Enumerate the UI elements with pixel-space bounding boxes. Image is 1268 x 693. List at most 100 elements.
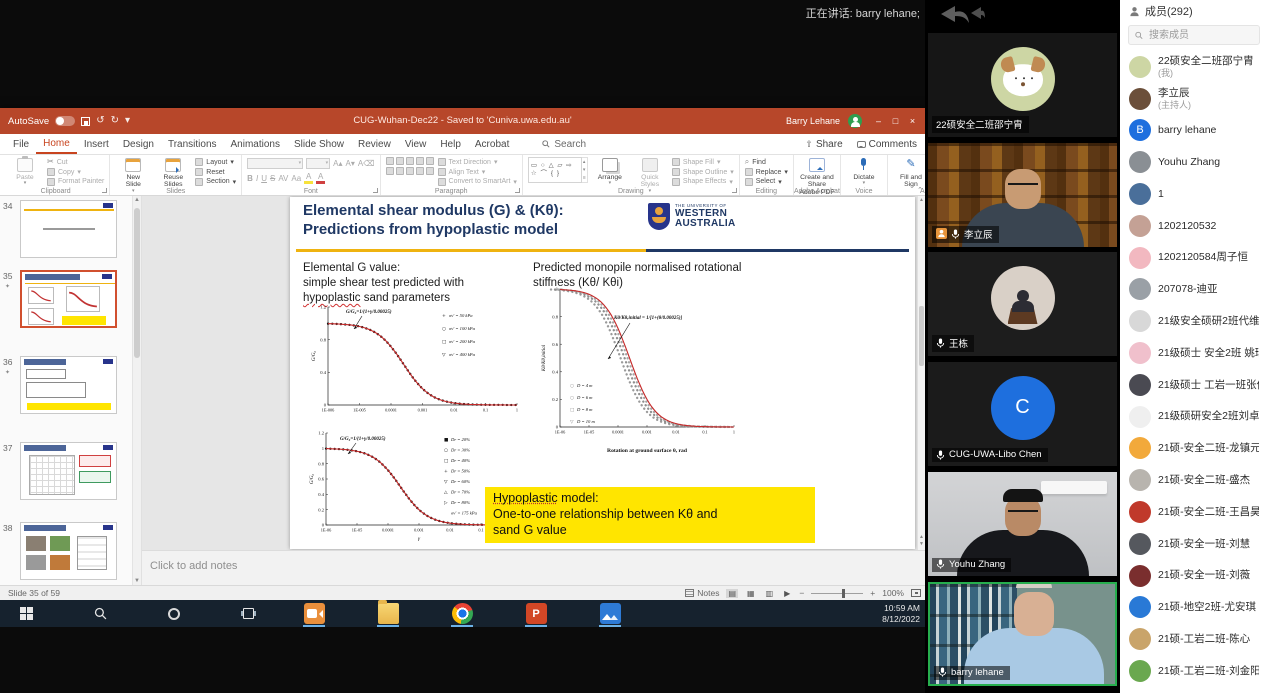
member-row[interactable]: 1202120532	[1120, 210, 1268, 242]
member-row[interactable]: 21级硕研安全2班刘卓	[1120, 401, 1268, 433]
close-button[interactable]: ×	[904, 116, 921, 126]
account-name[interactable]: Barry Lehane	[786, 116, 840, 126]
grow-font-button[interactable]: A▴	[333, 159, 342, 169]
slide-thumbnail-38[interactable]: 38	[0, 522, 141, 588]
scrollbar-thumb[interactable]	[919, 306, 924, 366]
video-tile-youhu-zhang[interactable]: Youhu Zhang	[928, 472, 1117, 576]
ribbon-align-text-button[interactable]: Align Text▾	[438, 168, 517, 177]
taskbar-app-file-explorer[interactable]	[374, 600, 402, 627]
increase-indent-button[interactable]	[416, 157, 424, 165]
bold-button[interactable]: B	[247, 174, 253, 184]
ribbon-arrange-button[interactable]: Arrange▾	[592, 157, 628, 186]
cortana-button[interactable]	[160, 600, 188, 627]
shrink-font-button[interactable]: A▾	[346, 159, 355, 169]
reading-view-button[interactable]: ▥	[764, 589, 776, 598]
taskbar-app-powerpoint[interactable]: P	[522, 600, 550, 627]
thumbnail-preview[interactable]	[20, 442, 117, 500]
tab-slide-show[interactable]: Slide Show	[287, 134, 351, 154]
ribbon-replace-button[interactable]: Replace▾	[745, 168, 788, 177]
video-tile-cug-uwa-libo-chen[interactable]: CCUG-UWA-Libo Chen	[928, 362, 1117, 466]
ribbon-create-and-share-adobe-pdf-button[interactable]: Create and ShareAdobe PDF	[799, 157, 835, 186]
zoom-in-button[interactable]: +	[870, 588, 875, 598]
share-button[interactable]: ⇧Share	[805, 139, 842, 150]
shapes-gallery[interactable]: ▭ ○ △ ▱ ⇨ ☆ ⌒ { }	[528, 157, 582, 183]
tab-view[interactable]: View	[398, 134, 434, 154]
tab-animations[interactable]: Animations	[224, 134, 287, 154]
video-tile-[interactable]: 李立辰	[928, 143, 1117, 247]
search-box[interactable]: Search	[542, 134, 586, 154]
slide-thumbnail-34[interactable]: 34	[0, 200, 141, 266]
strikethrough-button[interactable]: S	[270, 174, 275, 184]
justify-button[interactable]	[416, 167, 424, 175]
ribbon-shape-fill-button[interactable]: Shape Fill▾	[672, 158, 734, 167]
member-row[interactable]: 1202120584周子恒	[1120, 242, 1268, 274]
italic-button[interactable]: I	[256, 174, 258, 184]
numbering-button[interactable]	[396, 157, 404, 165]
dialog-launcher-icon[interactable]	[515, 188, 520, 193]
tab-design[interactable]: Design	[116, 134, 161, 154]
tab-review[interactable]: Review	[351, 134, 398, 154]
slide-thumbnail-36[interactable]: 36✦	[0, 356, 141, 422]
member-row[interactable]: Youhu Zhang	[1120, 146, 1268, 178]
font-size-combobox[interactable]	[306, 158, 330, 169]
autosave-toggle[interactable]	[55, 116, 75, 126]
member-row[interactable]: 21硕-工岩二班-陈心	[1120, 623, 1268, 655]
decrease-indent-button[interactable]	[406, 157, 414, 165]
save-icon[interactable]	[81, 117, 90, 126]
bullets-button[interactable]	[386, 157, 394, 165]
thumbnail-preview[interactable]	[20, 270, 117, 328]
member-row[interactable]: 21硕-工岩二班-刘金阳	[1120, 655, 1268, 687]
ribbon-layout-button[interactable]: Layout▾	[195, 158, 236, 167]
member-row[interactable]: 21级安全硕研2班代维	[1120, 305, 1268, 337]
scroll-up-icon[interactable]: ▲	[918, 196, 925, 203]
member-row[interactable]: 22硕安全二班邵宁胄(我)	[1120, 51, 1268, 83]
dialog-launcher-icon[interactable]	[373, 188, 378, 193]
ribbon-shape-effects-button[interactable]: Shape Effects▾	[672, 177, 734, 186]
comments-button[interactable]: Comments	[857, 139, 917, 150]
restore-button[interactable]: □	[887, 116, 904, 126]
zoom-out-button[interactable]: −	[799, 588, 804, 598]
dialog-launcher-icon[interactable]	[732, 188, 737, 193]
ribbon-quick-styles-button[interactable]: QuickStyles▾	[632, 157, 668, 186]
taskbar-clock[interactable]: 10:59 AM 8/12/2022	[882, 603, 920, 624]
minimize-button[interactable]: –	[870, 116, 887, 126]
ribbon-new-slide-button[interactable]: NewSlide▾	[115, 157, 151, 186]
ribbon-select-button[interactable]: Select▾	[745, 177, 788, 186]
ribbon-dictate-button[interactable]: Dictate▾	[846, 157, 882, 186]
thumbnail-preview[interactable]	[20, 522, 117, 580]
member-search[interactable]	[1128, 25, 1260, 45]
task-view-button[interactable]	[234, 600, 262, 627]
redo-icon[interactable]: ↻	[111, 116, 119, 126]
member-row[interactable]: 21级硕士 工岩一班张依杰	[1120, 369, 1268, 401]
ribbon-copy-button[interactable]: Copy▾	[47, 168, 104, 177]
ribbon-text-direction-button[interactable]: Text Direction▾	[438, 158, 517, 167]
tab-file[interactable]: File	[6, 134, 36, 154]
member-row[interactable]: 21硕-安全二班-龙镇元	[1120, 433, 1268, 465]
annotation-arrows-icon[interactable]	[933, 2, 985, 31]
member-row[interactable]: 1	[1120, 178, 1268, 210]
slide-thumbnail-37[interactable]: 37	[0, 442, 141, 508]
character-spacing-button[interactable]: AV	[278, 174, 288, 184]
member-row[interactable]: 21硕-安全二班-王昌昊	[1120, 496, 1268, 528]
taskbar-app-photos[interactable]	[596, 600, 624, 627]
tab-insert[interactable]: Insert	[77, 134, 116, 154]
ribbon-shape-outline-button[interactable]: Shape Outline▾	[672, 168, 734, 177]
taskbar-app-meeting-app[interactable]	[300, 600, 328, 627]
account-avatar[interactable]	[848, 114, 862, 128]
member-row[interactable]: 21硕-地空2班-尤安琪	[1120, 592, 1268, 624]
video-tile-[interactable]: 王栋	[928, 252, 1117, 356]
member-row[interactable]: 21硕-安全一班-刘慧	[1120, 528, 1268, 560]
slideshow-button[interactable]: ▶	[782, 589, 792, 598]
video-tile-barry-lehane[interactable]: barry lehane	[928, 582, 1117, 686]
ribbon-paste-button[interactable]: Paste▾	[7, 157, 43, 186]
member-row[interactable]: 21级硕士 安全2班 姚瑞	[1120, 337, 1268, 369]
undo-icon[interactable]: ↺	[96, 116, 104, 126]
next-slide-button[interactable]: ▼	[918, 541, 925, 548]
text-highlight-color-button[interactable]: A	[304, 173, 313, 184]
taskbar-app-chrome[interactable]	[448, 600, 476, 627]
line-spacing-button[interactable]	[426, 157, 434, 165]
clear-formatting-button[interactable]: A⌫	[358, 159, 375, 169]
columns-button[interactable]	[426, 167, 434, 175]
ribbon-reset-button[interactable]: Reset	[195, 168, 236, 177]
ribbon-convert-to-smartart-button[interactable]: Convert to SmartArt▾	[438, 177, 517, 186]
